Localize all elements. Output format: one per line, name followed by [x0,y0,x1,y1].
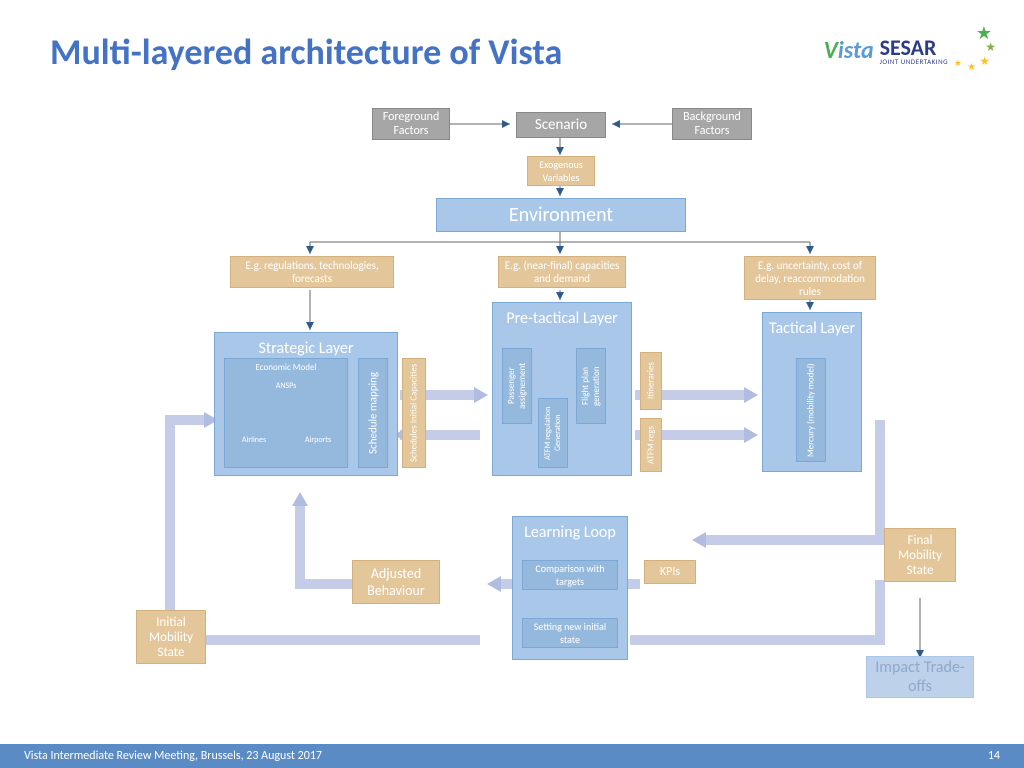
page-title: Multi-layered architecture of Vista [50,30,562,74]
sesar-sub: JOINT UNDERTAKING [880,57,948,66]
box-exogenous: Exogenous Variables [527,156,595,186]
stars-icon: ★ ★ ★ ★ ★ [954,30,994,70]
box-ansps: ANSPs [264,378,308,394]
box-pax: Passenger assignement [502,348,532,424]
vista-logo: Vista [824,36,874,65]
logo-area: Vista SESAR JOINT UNDERTAKING ★ ★ ★ ★ ★ [824,30,994,70]
econ-label: Economic Model [255,362,316,373]
box-kpis: KPIs [644,560,696,584]
tactical-label: Tactical Layer [769,319,855,338]
vista-ista: ista [838,36,874,65]
box-impact: Impact Trade-offs [866,656,974,698]
box-schedule-mapping: Schedule mapping [358,358,388,468]
box-atfm-gen: ATFM regulation Generation [538,398,568,468]
learning-label: Learning Loop [524,523,616,542]
box-final-mobility: Final Mobility State [884,528,956,582]
box-foreground: Foreground Factors [372,108,450,140]
box-background: Background Factors [672,108,752,140]
strategic-label: Strategic Layer [259,339,354,358]
sesar-logo: SESAR JOINT UNDERTAKING [880,34,948,66]
box-econ-model: Economic Model [224,358,348,468]
vista-v: V [824,36,838,65]
box-mercury: Mercury (mobility model) [796,358,826,462]
box-scenario: Scenario [516,112,606,138]
box-schedules-cap: Schedules Initial Capacities [402,358,426,468]
box-flight-plan: Flight plan generation [576,348,606,424]
box-airports: Airports [296,432,340,448]
page-number: 14 [988,749,1000,763]
footer-text: Vista Intermediate Review Meeting, Bruss… [24,749,322,763]
box-comparison: Comparison with targets [522,560,618,590]
box-environment: Environment [436,198,686,232]
box-itineraries: Itineraries [640,352,662,410]
box-eg-cap: E.g. (near-final) capacities and demand [498,256,626,288]
box-eg-reg: E.g. regulations, technologies, forecast… [230,256,394,288]
footer: Vista Intermediate Review Meeting, Bruss… [0,744,1024,768]
box-atfm-regs: ATFM regs [640,418,662,472]
pretactical-label: Pre-tactical Layer [506,309,617,328]
box-initial-mobility: Initial Mobility State [136,610,206,664]
box-adjusted: Adjusted Behaviour [352,560,440,604]
box-setting-new: Setting new initial state [522,618,618,648]
box-airlines: Airlines [232,432,276,448]
box-eg-unc: E.g. uncertainty, cost of delay, reaccom… [744,256,876,300]
